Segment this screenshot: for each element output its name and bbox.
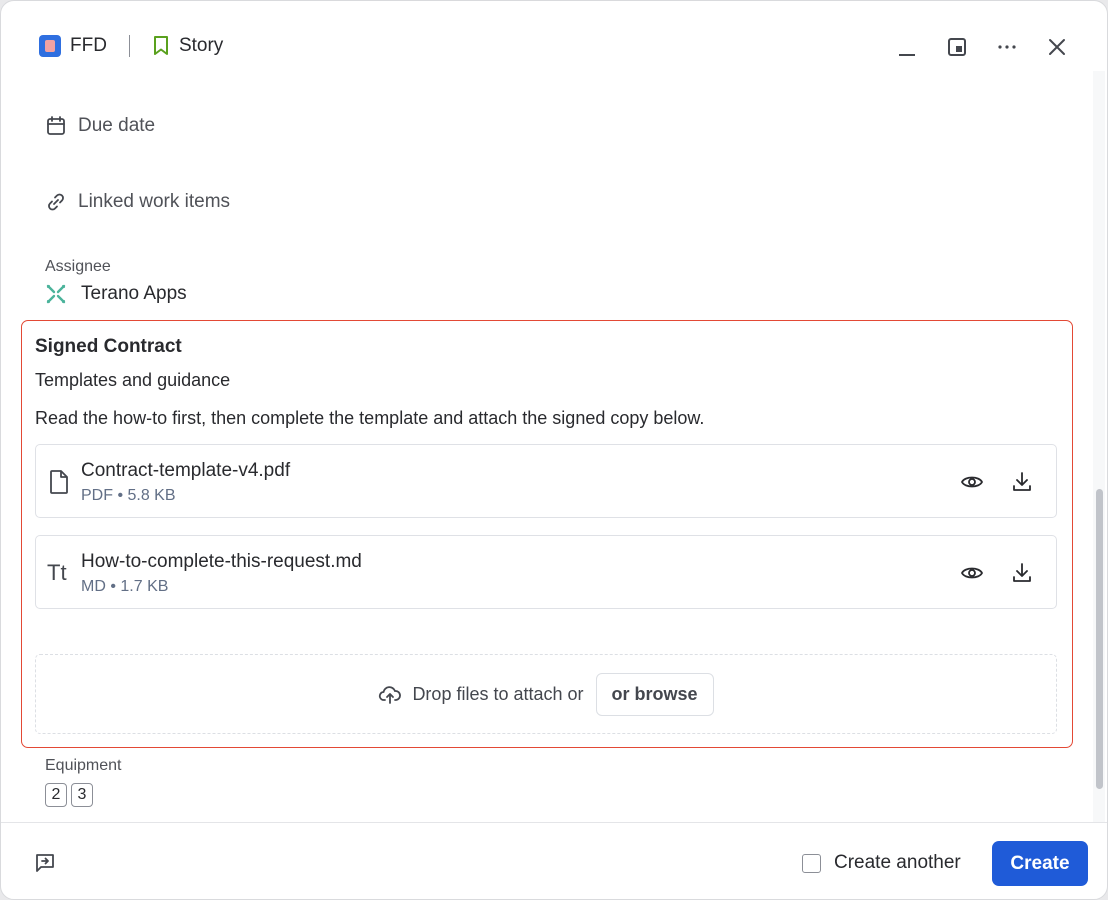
download-button[interactable] [1009,560,1035,586]
close-icon [1049,39,1065,55]
create-another-toggle[interactable]: Create another [802,852,961,874]
file-meta: PDF • 5.8 KB [81,487,176,504]
eye-icon [960,476,984,488]
more-icon [998,45,1016,49]
scrollbar-thumb[interactable] [1096,489,1103,789]
project-name[interactable]: FFD [70,35,107,57]
assignee-field[interactable]: Terano Apps [45,283,187,305]
due-date-label: Due date [78,115,156,136]
link-icon [48,193,64,211]
file-name[interactable]: How-to-complete-this-request.md [81,551,362,573]
issue-type[interactable]: Story [179,35,223,57]
create-another-checkbox[interactable] [802,853,821,873]
header-actions [889,29,1075,65]
linked-items-label: Linked work items [78,191,231,212]
feedback-icon[interactable] [33,851,57,875]
file-card: Tt How-to-complete-this-request.md MD • … [35,535,1057,609]
story-bookmark-icon[interactable] [152,35,170,57]
preview-button[interactable] [959,469,985,495]
section-title: Signed Contract [35,336,182,357]
equipment-label: Equipment [45,757,122,774]
text-format-icon: Tt [47,560,67,585]
eye-icon [960,567,984,579]
minimize-icon [899,54,915,56]
expand-icon [948,38,966,56]
equipment-value-chip: 3 [71,783,93,807]
breadcrumb-separator [128,35,130,57]
section-description: Read the how-to first, then complete the… [35,408,705,428]
assignee-name: Terano Apps [81,283,187,304]
modal-footer: Create another Create [1,822,1107,899]
modal-body: Due date Linked work items Assignee Tera… [1,91,1093,822]
preview-button[interactable] [959,560,985,586]
linked-work-items-field[interactable]: Linked work items [45,191,230,213]
calendar-icon [47,116,65,135]
signed-contract-section: Signed Contract Templates and guidance R… [21,320,1073,748]
download-button[interactable] [1009,469,1035,495]
minimize-button[interactable] [889,29,925,65]
browse-button[interactable]: or browse [595,672,714,716]
close-button[interactable] [1039,29,1075,65]
dropzone-text: Drop files to attach or [412,683,584,704]
vertical-scrollbar[interactable] [1093,71,1105,823]
equipment-value-chip: 2 [45,783,67,807]
file-dropzone[interactable]: Drop files to attach or or browse [35,654,1057,734]
modal-header: FFD Story [1,1,1107,91]
create-issue-modal: FFD Story Due date Linked work items Ass… [0,0,1108,900]
assignee-label: Assignee [45,258,111,275]
download-icon [1013,563,1031,582]
assignee-avatar-icon [46,284,66,304]
download-icon [1013,472,1031,491]
more-button[interactable] [989,29,1025,65]
project-avatar-icon[interactable] [39,35,61,57]
equipment-values[interactable]: 2 3 [45,783,93,807]
create-another-label: Create another [834,852,961,873]
file-icon [50,470,68,494]
create-button[interactable]: Create [992,841,1088,886]
file-name[interactable]: Contract-template-v4.pdf [81,460,290,482]
due-date-field[interactable]: Due date [45,115,155,137]
upload-cloud-icon [379,686,402,704]
expand-button[interactable] [939,29,975,65]
file-card: Contract-template-v4.pdf PDF • 5.8 KB [35,444,1057,518]
file-meta: MD • 1.7 KB [81,578,169,595]
section-subtitle: Templates and guidance [35,370,231,390]
